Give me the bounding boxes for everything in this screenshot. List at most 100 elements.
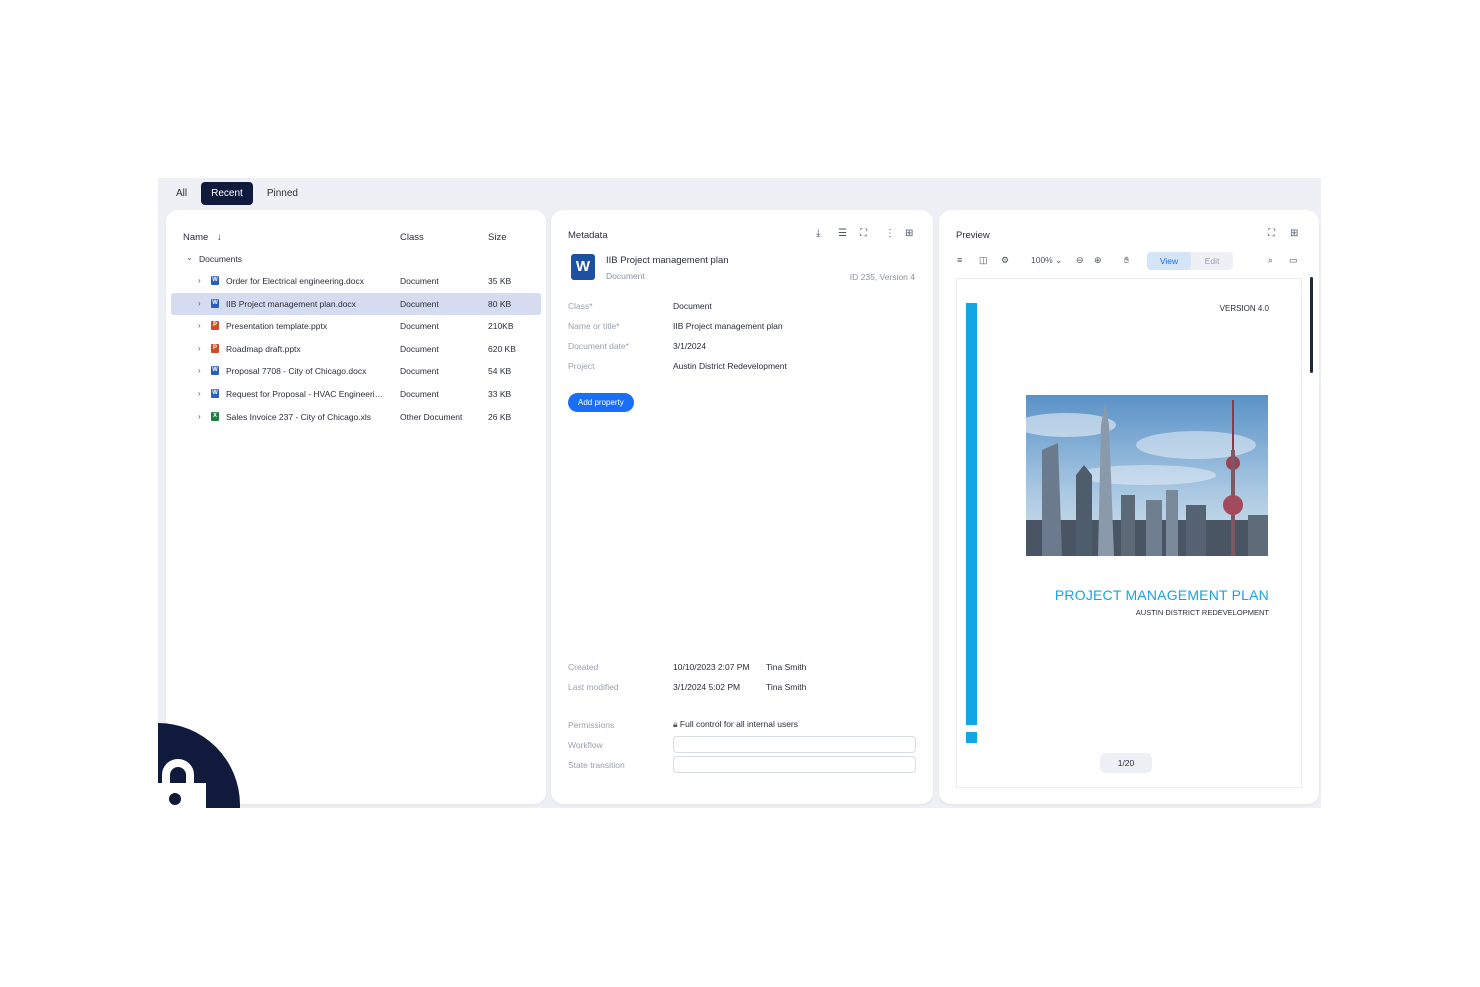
file-row[interactable]: › W Request for Proposal - HVAC Engineerin…: [171, 383, 541, 405]
settings-icon[interactable]: ⚙: [1001, 255, 1009, 266]
permissions-value[interactable]: 🔒︎ Full control for all internal users: [673, 719, 798, 730]
file-row[interactable]: › P Roadmap draft.pptx Document 620 KB: [171, 338, 541, 360]
prop-label-date: Document date*: [568, 341, 629, 351]
lock-icon: 🔒︎: [673, 719, 678, 729]
view-edit-toggle: View Edit: [1147, 252, 1233, 270]
prop-value-name[interactable]: IIB Project management plan: [673, 321, 783, 331]
modified-date: 3/1/2024 5:02 PM: [673, 682, 741, 692]
workflow-field[interactable]: [673, 736, 916, 753]
edit-button[interactable]: Edit: [1191, 252, 1233, 270]
file-name: Order for Electrical engineering.docx: [226, 276, 364, 286]
powerpoint-file-icon: P: [211, 343, 219, 353]
created-label: Created: [568, 662, 599, 672]
file-class: Document: [400, 298, 439, 309]
prop-label-class: Class*: [568, 301, 593, 311]
add-property-button[interactable]: Add property: [568, 393, 634, 412]
prop-value-project[interactable]: Austin District Redevelopment: [673, 361, 787, 371]
tab-all[interactable]: All: [166, 182, 197, 205]
document-class: Document: [606, 271, 645, 281]
more-options-icon[interactable]: ⋮: [885, 228, 895, 239]
chevron-right-icon[interactable]: ›: [198, 299, 201, 308]
chevron-right-icon[interactable]: ›: [198, 389, 201, 398]
file-name: Presentation template.pptx: [226, 321, 328, 332]
tab-pinned[interactable]: Pinned: [257, 182, 308, 205]
search-icon[interactable]: ⌕: [1268, 255, 1273, 266]
chevron-down-icon[interactable]: ⌄: [186, 253, 193, 262]
page-indicator[interactable]: 1/20: [1100, 753, 1152, 773]
word-file-icon: W: [211, 276, 219, 285]
lock-logo-icon: [158, 723, 240, 808]
sort-arrow-icon[interactable]: ↓: [217, 232, 222, 243]
created-by: Tina Smith: [766, 662, 807, 672]
app-window: All Recent Pinned Name ↓ Class Size ⌄ Do…: [158, 178, 1321, 808]
column-header-size[interactable]: Size: [488, 232, 506, 243]
file-size: 54 KB: [488, 366, 512, 377]
column-name-label: Name: [183, 232, 209, 243]
zoom-select[interactable]: 100% ⌄: [1031, 255, 1062, 266]
file-class: Document: [400, 321, 439, 332]
preview-scrollbar[interactable]: [1310, 277, 1313, 373]
chevron-right-icon[interactable]: ›: [198, 344, 201, 353]
document-page[interactable]: VERSION 4.0 PROJECT MANAGEMENT PLAN AUST…: [956, 278, 1302, 788]
preview-panel: Preview ⛶ ⊞ ≡ ◫ ⚙ 100% ⌄ ⊖ ⊕ ✋︎ View Edi…: [939, 210, 1319, 804]
chevron-down-icon: ⌄: [1055, 255, 1063, 265]
folder-row[interactable]: ⌄ Documents: [171, 248, 541, 270]
file-row[interactable]: › P Presentation template.pptx Document 210K…: [171, 315, 541, 337]
metadata-title: Metadata: [568, 230, 608, 241]
prop-value-date[interactable]: 3/1/2024: [673, 341, 706, 351]
city-skyline-image: [1026, 395, 1268, 556]
word-file-icon: W: [211, 389, 219, 398]
file-row[interactable]: › W Order for Electrical engineering.docx D…: [171, 270, 541, 292]
layout-toggle-icon[interactable]: ⊞: [1290, 228, 1298, 239]
zoom-out-icon[interactable]: ⊖: [1076, 255, 1084, 266]
hand-tool-icon[interactable]: ✋︎: [1124, 255, 1129, 266]
file-row[interactable]: › X Sales Invoice 237 - City of Chicago.xl…: [171, 406, 541, 428]
annotation-icon[interactable]: ▭: [1289, 255, 1298, 266]
word-file-icon: W: [211, 298, 219, 308]
file-class: Other Document: [400, 411, 463, 422]
file-name: IIB Project management plan.docx: [226, 298, 356, 309]
workflow-label: Workflow: [568, 740, 603, 750]
permissions-text: Full control for all internal users: [679, 719, 799, 729]
file-name: Roadmap draft.pptx: [226, 343, 301, 354]
modified-by: Tina Smith: [766, 682, 807, 692]
file-class: Document: [400, 366, 439, 377]
file-name: Sales Invoice 237 - City of Chicago.xls: [226, 411, 372, 422]
file-size: 210KB: [488, 321, 514, 332]
file-size: 26 KB: [488, 411, 512, 422]
file-name: Proposal 7708 - City of Chicago.docx: [226, 366, 367, 377]
page-accent-square: [966, 732, 977, 743]
powerpoint-file-icon: P: [211, 321, 219, 331]
layout-toggle-icon[interactable]: ⊞: [905, 228, 913, 239]
file-row[interactable]: › W IIB Project management plan.docx Docume…: [171, 292, 541, 315]
tab-recent[interactable]: Recent: [201, 181, 253, 205]
word-file-icon: W: [211, 366, 219, 376]
prop-value-class[interactable]: Document: [673, 301, 712, 311]
state-transition-label: State transition: [568, 760, 625, 770]
file-row[interactable]: › W Proposal 7708 - City of Chicago.docx Do…: [171, 360, 541, 382]
chevron-right-icon[interactable]: ›: [198, 366, 201, 375]
chevron-right-icon[interactable]: ›: [198, 276, 201, 285]
document-id-version: ID 235, Version 4: [849, 272, 915, 282]
modified-label: Last modified: [568, 682, 619, 692]
state-transition-field[interactable]: [673, 756, 916, 773]
expand-icon[interactable]: ⛶: [860, 228, 867, 239]
zoom-in-icon[interactable]: ⊕: [1094, 255, 1102, 266]
created-date: 10/10/2023 2:07 PM: [673, 662, 750, 672]
column-header-name[interactable]: Name ↓: [183, 232, 222, 243]
comment-icon[interactable]: ☰: [838, 228, 847, 239]
checkout-icon[interactable]: ⤓: [816, 228, 820, 239]
file-name: Request for Proposal - HVAC Engineerin..…: [226, 389, 386, 399]
menu-icon[interactable]: ≡: [957, 255, 962, 265]
chevron-right-icon[interactable]: ›: [198, 321, 201, 330]
fullscreen-icon[interactable]: ⛶: [1268, 228, 1275, 239]
word-document-icon: W: [571, 254, 595, 280]
column-header-class[interactable]: Class: [400, 232, 424, 243]
file-class: Document: [400, 389, 439, 399]
view-button[interactable]: View: [1147, 252, 1191, 270]
sidebar-toggle-icon[interactable]: ◫: [979, 255, 988, 266]
chevron-right-icon[interactable]: ›: [198, 412, 201, 421]
file-size: 620 KB: [488, 343, 516, 354]
file-class: Document: [400, 276, 439, 286]
prop-label-project: Project: [568, 361, 595, 371]
